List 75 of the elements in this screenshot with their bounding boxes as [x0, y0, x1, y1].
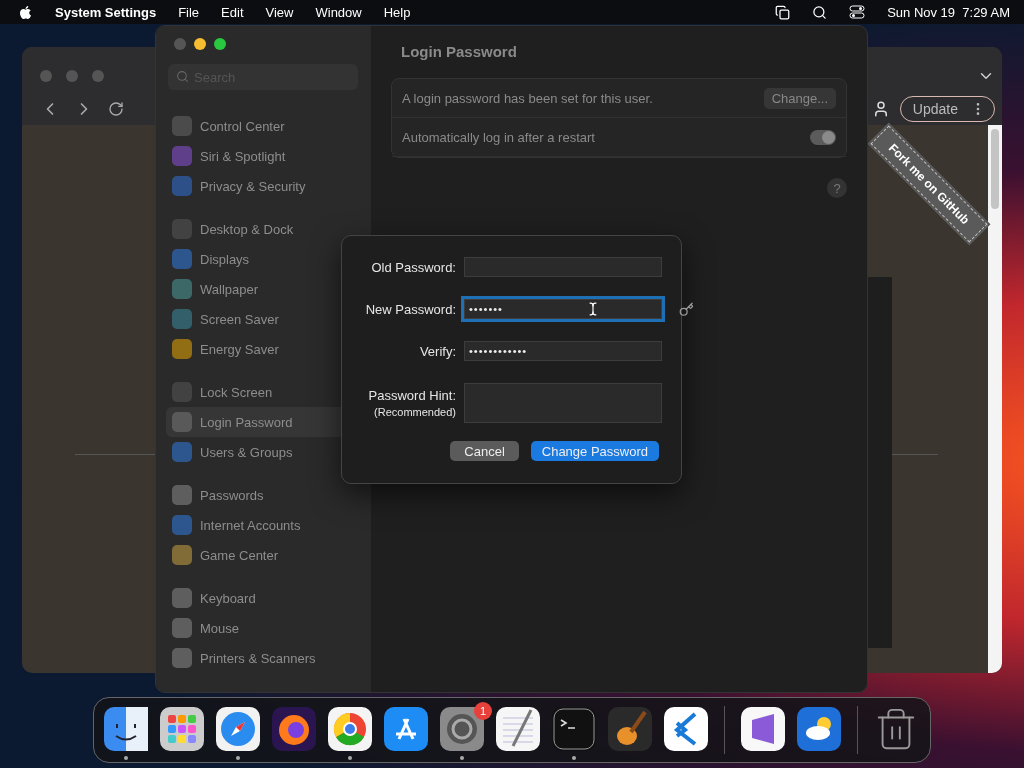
menu-clock[interactable]: Sun Nov 19 7:29 AM	[887, 4, 1010, 20]
face-app-icon[interactable]	[103, 706, 149, 752]
field-label: Password Hint:	[368, 388, 456, 403]
sidebar-item[interactable]: Desktop & Dock	[166, 214, 361, 244]
sidebar-item[interactable]: Game Center	[166, 540, 361, 570]
scrollbar-thumb[interactable]	[991, 129, 999, 209]
notepad-icon[interactable]	[495, 706, 541, 752]
sidebar-item[interactable]: Printers & Scanners	[166, 643, 361, 673]
menu-item[interactable]: Help	[383, 4, 411, 20]
toggle-switch[interactable]	[810, 129, 836, 145]
search-icon	[176, 70, 189, 83]
screens-icon[interactable]	[775, 4, 791, 20]
sidebar-icon	[172, 116, 192, 136]
sidebar-item[interactable]: Passwords	[166, 480, 361, 510]
zoom-icon[interactable]	[214, 38, 226, 50]
sidebar-icon	[172, 146, 192, 166]
field-sublabel: (Recommended)	[374, 406, 456, 418]
control-center-icon[interactable]	[849, 5, 866, 19]
sidebar-icon	[172, 618, 192, 638]
sidebar-icon	[172, 382, 192, 402]
terminal-icon[interactable]	[551, 706, 597, 752]
sidebar-icon	[172, 176, 192, 196]
sidebar-item[interactable]: Mouse	[166, 613, 361, 643]
ribbon-logo-icon[interactable]	[740, 706, 786, 752]
sidebar-icon	[172, 309, 192, 329]
dialog-button[interactable]: Cancel	[450, 441, 519, 461]
sidebar-icon	[172, 219, 192, 239]
gear-icon[interactable]	[439, 706, 485, 752]
guitar-icon[interactable]	[607, 706, 653, 752]
minimize-icon[interactable]	[194, 38, 206, 50]
app-store-icon[interactable]	[383, 706, 429, 752]
menu-item[interactable]: Edit	[221, 4, 244, 20]
sidebar-icon	[172, 339, 192, 359]
notification-badge: 1	[474, 702, 492, 720]
dialog-button[interactable]: Change Password	[530, 441, 659, 461]
sidebar-icon	[172, 442, 192, 462]
search-icon[interactable]	[812, 4, 828, 20]
sidebar-item[interactable]: Keyboard	[166, 583, 361, 613]
password-field[interactable]: ••••••••••••	[464, 341, 662, 361]
cloud-sun-icon[interactable]	[796, 706, 842, 752]
code-editor-icon[interactable]	[663, 706, 709, 752]
sidebar-item[interactable]: Control Center	[166, 111, 361, 141]
sidebar-item[interactable]: Siri & Spotlight	[166, 141, 361, 171]
field-label: New Password:	[365, 301, 456, 317]
fox-globe-icon[interactable]	[271, 706, 317, 752]
sidebar-item[interactable]: Privacy & Security	[166, 171, 361, 201]
sidebar-icon	[172, 545, 192, 565]
menu-item[interactable]: File	[178, 4, 200, 20]
menu-item[interactable]: View	[265, 4, 294, 20]
sidebar-item[interactable]: Internet Accounts	[166, 510, 361, 540]
sidebar-icon	[172, 412, 192, 432]
reload-icon[interactable]	[108, 100, 124, 117]
password-field[interactable]: •••••••	[464, 299, 662, 319]
scrollbar[interactable]	[988, 125, 1002, 673]
app-grid-icon[interactable]	[159, 706, 205, 752]
sidebar-icon	[172, 588, 192, 608]
sidebar-icon	[172, 485, 192, 505]
menu-item[interactable]: Window	[315, 4, 362, 20]
row-label: Automatically log in after a restart	[402, 129, 595, 145]
password-field[interactable]	[464, 383, 662, 423]
help-button[interactable]: ?	[827, 178, 847, 198]
field-label: Verify:	[419, 343, 456, 359]
change-button[interactable]: Change...	[763, 87, 836, 109]
compass-icon[interactable]	[215, 706, 261, 752]
sidebar-icon	[172, 249, 192, 269]
page-title: Login Password	[401, 43, 518, 60]
sidebar-icon	[172, 515, 192, 535]
row-label: A login password has been set for this user.	[402, 90, 653, 106]
menu-app-name[interactable]: System Settings	[55, 4, 157, 20]
sidebar-icon	[172, 648, 192, 668]
field-label: Old Password:	[371, 259, 456, 275]
apple-icon[interactable]	[18, 4, 33, 20]
sidebar-icon	[172, 279, 192, 299]
password-field[interactable]	[464, 257, 662, 277]
key-icon[interactable]	[679, 301, 694, 317]
